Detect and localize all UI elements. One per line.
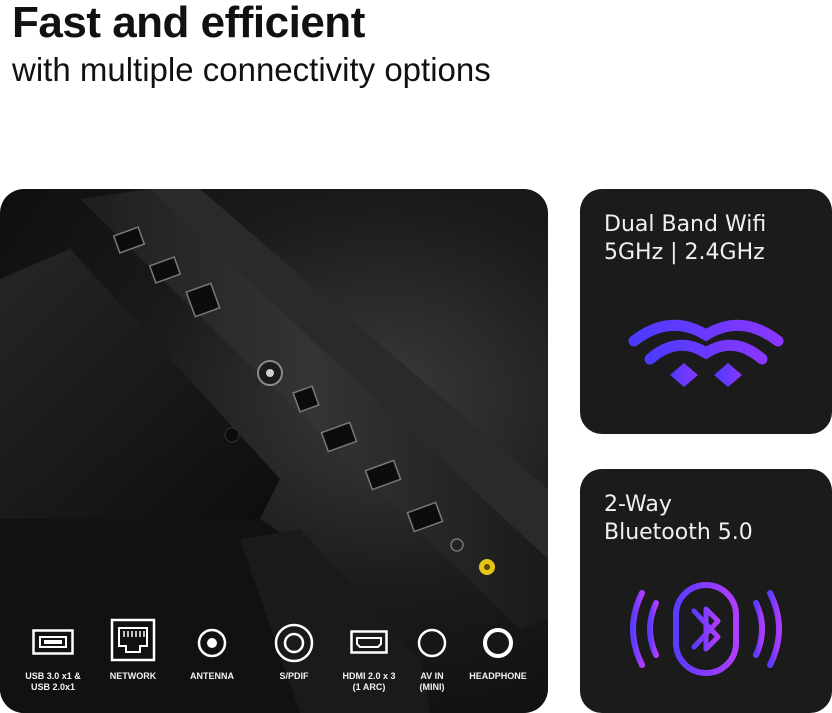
wifi-title-line1: Dual Band Wifi	[604, 212, 767, 237]
port-label-av-in: AV IN (MINI)	[419, 671, 445, 692]
bluetooth-title-line1: 2-Way	[604, 492, 672, 517]
av-in-icon	[417, 628, 447, 658]
wifi-title: Dual Band Wifi 5GHz | 2.4GHz	[604, 211, 766, 267]
bluetooth-feature-card: 2-Way Bluetooth 5.0	[580, 469, 832, 713]
bluetooth-icon	[630, 582, 782, 676]
port-label-hdmi: HDMI 2.0 x 3 (1 ARC)	[342, 671, 396, 692]
port-label-headphone: HEADPHONE	[469, 671, 527, 681]
ethernet-icon	[110, 618, 156, 662]
port-label-antenna: ANTENNA	[190, 671, 234, 681]
wifi-title-line2: 5GHz | 2.4GHz	[604, 240, 765, 265]
port-label-usb: USB 3.0 x1 & USB 2.0x1	[25, 671, 81, 692]
wifi-icon	[628, 319, 784, 387]
bluetooth-title-line2: Bluetooth 5.0	[604, 520, 753, 545]
port-label-network: NETWORK	[109, 671, 157, 681]
usb-icon	[32, 629, 74, 655]
wifi-feature-card: Dual Band Wifi 5GHz | 2.4GHz	[580, 189, 832, 434]
subheadline: with multiple connectivity options	[12, 51, 491, 88]
port-label-spdif: S/PDIF	[279, 671, 309, 681]
headphone-icon	[483, 628, 513, 658]
bluetooth-title: 2-Way Bluetooth 5.0	[604, 491, 753, 547]
spdif-icon	[274, 623, 314, 663]
antenna-icon	[197, 628, 227, 658]
ports-photo-card: USB 3.0 x1 & USB 2.0x1 NETWORK ANTENNA S…	[0, 189, 548, 713]
hdmi-icon	[350, 630, 388, 654]
headline: Fast and efficient	[12, 0, 365, 47]
